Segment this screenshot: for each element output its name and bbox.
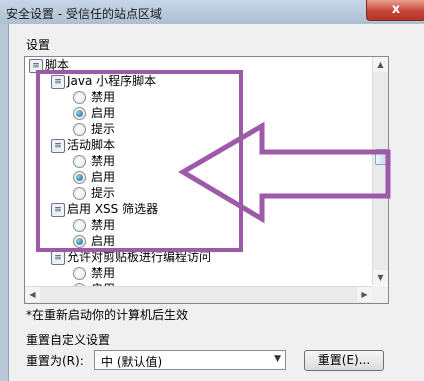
horizontal-scrollbar[interactable]: ◀ ▶	[25, 286, 372, 303]
vertical-scroll-thumb[interactable]	[375, 149, 388, 165]
close-icon: x	[391, 2, 401, 17]
window-title: 安全设置 - 受信任的站点区域	[6, 7, 162, 21]
title-bar: 安全设置 - 受信任的站点区域 x	[0, 0, 424, 24]
reset-level-select[interactable]: 中 (默认值) ▼	[94, 350, 286, 370]
settings-gear-icon: ≡	[51, 251, 65, 265]
scroll-left-icon[interactable]: ◀	[25, 287, 40, 302]
option-label: 禁用	[91, 266, 116, 280]
scroll-down-icon[interactable]: ▼	[373, 270, 388, 285]
annotation-highlight-box	[36, 70, 243, 252]
chevron-down-icon: ▼	[274, 354, 281, 364]
reset-to-label: 重置为(R):	[26, 354, 84, 368]
reset-button[interactable]: 重置(E)...	[304, 350, 384, 371]
restart-note: *在重新启动你的计算机后生效	[26, 308, 189, 322]
scroll-up-icon[interactable]: ▲	[373, 57, 388, 72]
reset-group-label: 重置自定义设置	[26, 333, 111, 347]
reset-button-label: 重置(E)...	[317, 353, 371, 367]
close-button[interactable]: x	[366, 0, 424, 21]
scroll-right-icon[interactable]: ▶	[357, 287, 372, 302]
scrollbar-corner	[372, 286, 388, 303]
settings-group-label: 设置	[26, 38, 51, 52]
radio-disable[interactable]	[73, 267, 86, 280]
vertical-scrollbar[interactable]: ▲ ▼	[372, 57, 388, 285]
selected-level: 中 (默认值)	[101, 355, 163, 369]
